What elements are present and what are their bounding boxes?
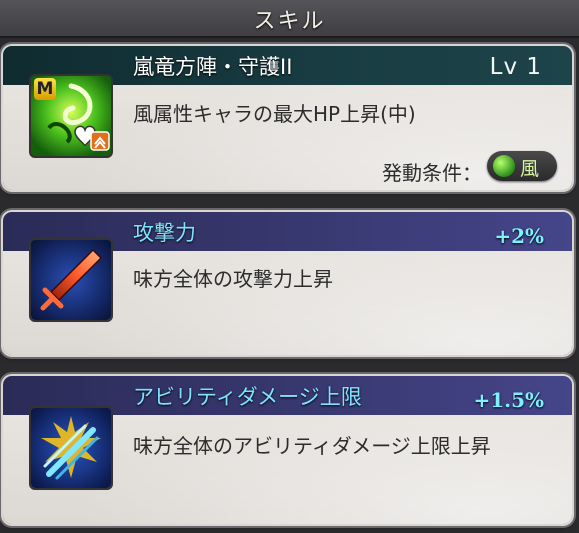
- skill-level: Lv 1: [489, 54, 542, 80]
- ability-damage-cap-icon: [29, 406, 113, 490]
- element-label: 風: [520, 158, 540, 180]
- skill-description: 風属性キャラの最大HP上昇(中): [133, 102, 416, 126]
- skill-panel-header: スキル: [0, 0, 579, 38]
- wind-element-icon: [493, 155, 515, 177]
- element-badge-wind: 風: [487, 151, 557, 181]
- header-title: スキル: [253, 9, 326, 34]
- skill-card-storm-dragon[interactable]: 嵐竜方陣・守護II Lv 1 M 風属性キャラの最大HP上昇(中) 発動条件： …: [3, 46, 572, 190]
- skill-card-ability-damage-cap[interactable]: アビリティダメージ上限 +1.5% 味方全体のアビリティダメージ上限上昇: [3, 376, 572, 524]
- skill-name: 嵐竜方陣・守護II: [133, 55, 293, 79]
- skill-description: 味方全体のアビリティダメージ上限上昇: [133, 434, 491, 458]
- activation-condition-label: 発動条件：: [382, 161, 482, 185]
- skill-card-attack[interactable]: 攻撃力 +2% 味方全体の攻撃力上昇: [3, 212, 572, 355]
- skill-name: 攻撃力: [133, 221, 196, 245]
- skill-bonus: +2%: [494, 224, 544, 248]
- skill-description: 味方全体の攻撃力上昇: [133, 267, 333, 291]
- attack-up-icon: [29, 238, 113, 322]
- skill-bonus: +1.5%: [473, 388, 544, 412]
- wind-hp-skill-icon: M: [29, 74, 113, 158]
- icon-badge-m: M: [34, 78, 56, 100]
- skill-name: アビリティダメージ上限: [133, 385, 362, 409]
